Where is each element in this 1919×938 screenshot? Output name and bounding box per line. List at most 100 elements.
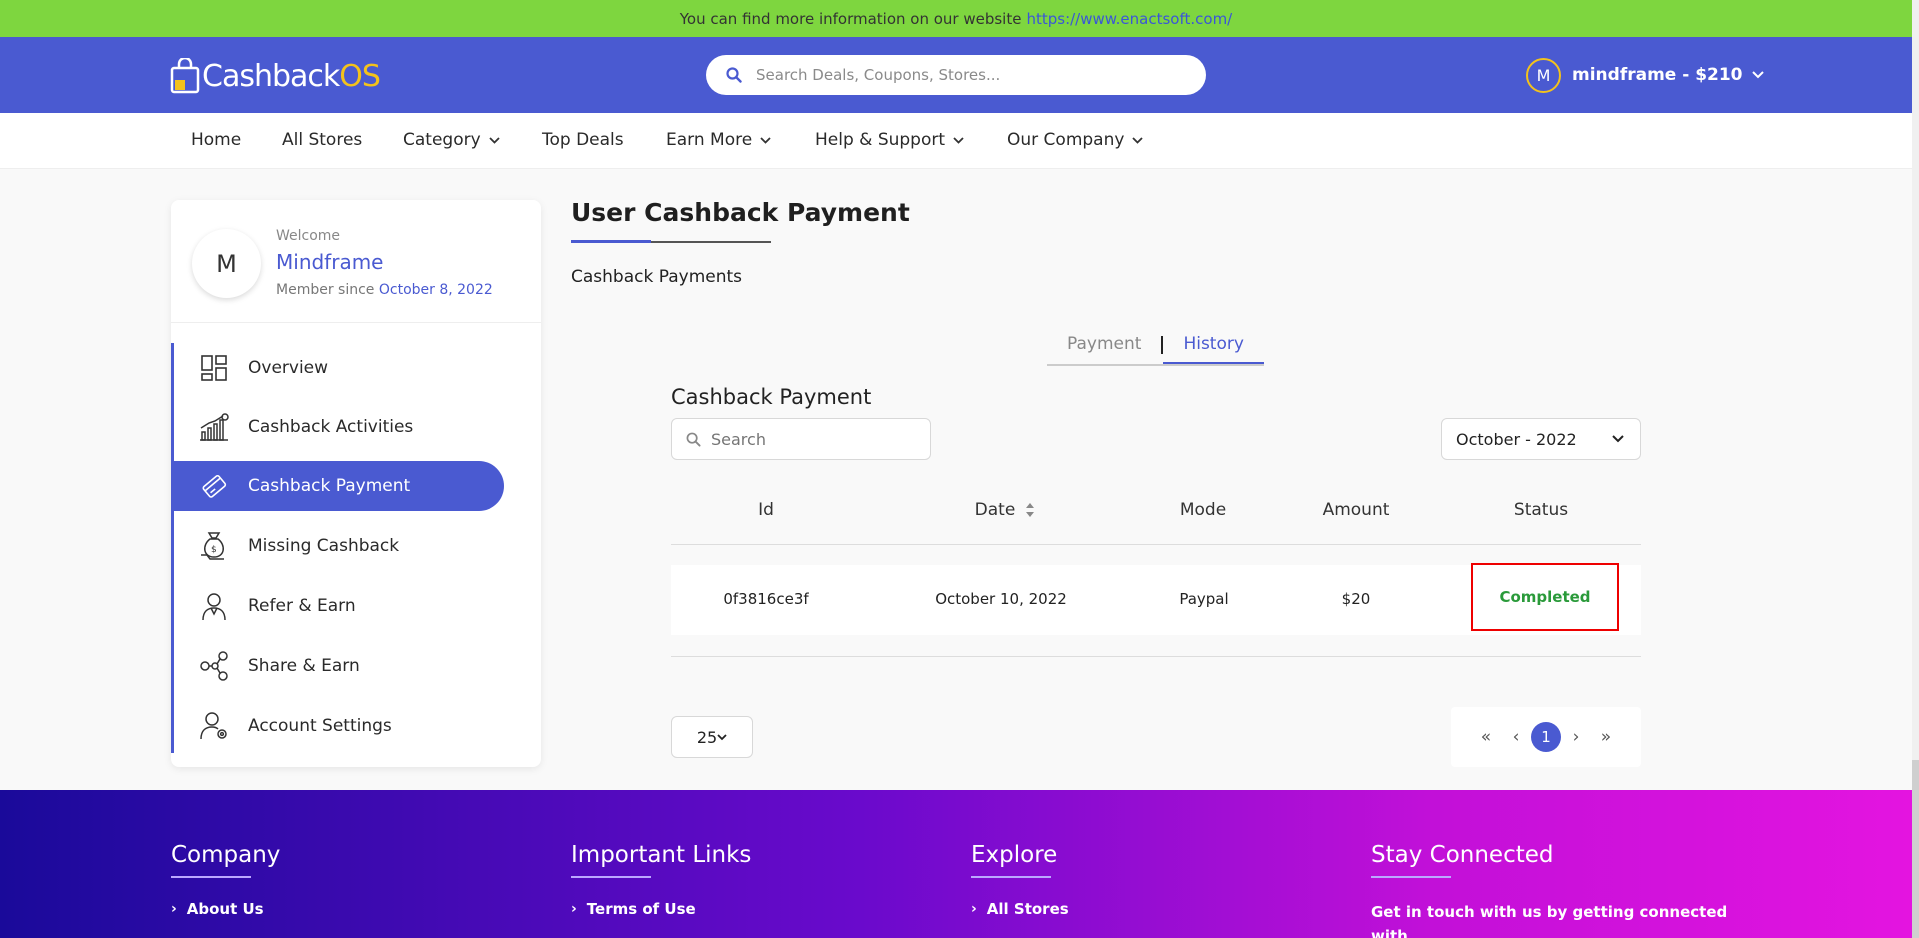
footer-heading-underline [1371, 876, 1451, 878]
footer-link-terms[interactable]: › Terms of Use [571, 900, 751, 918]
avatar: M [1526, 57, 1561, 93]
nav-help-support[interactable]: Help & Support [815, 130, 964, 150]
page-current[interactable]: 1 [1531, 722, 1561, 752]
scrollbar-thumb[interactable] [1912, 760, 1919, 938]
chevron-down-icon [489, 136, 500, 144]
footer: Company › About Us Important Links › Terms… [0, 790, 1912, 938]
website-link[interactable]: https://www.enactsoft.com/ [1026, 10, 1232, 28]
chevron-down-icon [953, 136, 964, 144]
column-header-amount: Amount [1322, 500, 1390, 520]
nav-home[interactable]: Home [191, 130, 241, 150]
search-input[interactable] [756, 66, 1156, 84]
column-header-mode: Mode [1179, 500, 1227, 520]
footer-heading: Explore [971, 842, 1058, 868]
account-sidebar: M Welcome Mindframe Member since October… [171, 200, 541, 767]
chevron-down-icon [717, 733, 727, 740]
nav-earn-more[interactable]: Earn More [666, 130, 771, 150]
sidebar-item-account-settings[interactable]: Account Settings [174, 701, 504, 751]
page-first[interactable]: « [1471, 727, 1501, 747]
section-title: Cashback Payment [671, 385, 872, 409]
sidebar-item-share-earn[interactable]: Share & Earn [174, 641, 504, 691]
footer-link-about-us[interactable]: › About Us [171, 900, 280, 918]
table-search-input[interactable] [711, 429, 911, 449]
nav-all-stores[interactable]: All Stores [282, 130, 362, 150]
avatar: M [192, 229, 261, 298]
footer-heading: Important Links [571, 842, 752, 868]
sidebar-item-cashback-payment[interactable]: Cashback Payment [174, 461, 504, 511]
month-select[interactable]: October - 2022 [1441, 418, 1641, 460]
cell-amount: $20 [1341, 590, 1371, 608]
user-menu[interactable]: M mindframe - $210 [1526, 57, 1764, 93]
logo[interactable]: CashbackOS [170, 57, 381, 95]
page-last[interactable]: » [1591, 727, 1621, 747]
chevron-down-icon [760, 136, 771, 144]
chevron-down-icon [1751, 71, 1764, 79]
money-bag-icon: $ [198, 530, 230, 562]
sidebar-item-label: Cashback Payment [248, 476, 411, 496]
title-underline-accent [571, 240, 651, 243]
page-prev[interactable]: ‹ [1501, 727, 1531, 747]
page-subtitle: Cashback Payments [571, 267, 743, 287]
chevron-right-icon: › [571, 901, 577, 917]
tab-payment[interactable]: Payment [1047, 330, 1161, 364]
sidebar-item-label: Account Settings [248, 716, 392, 736]
sidebar-item-cashback-activities[interactable]: Cashback Activities [174, 402, 504, 452]
footer-heading-underline [171, 876, 251, 878]
column-header-status: Status [1513, 500, 1569, 520]
page-title: User Cashback Payment [571, 198, 910, 227]
sidebar-item-label: Cashback Activities [248, 417, 414, 437]
global-search[interactable] [706, 55, 1206, 95]
footer-heading-underline [571, 876, 651, 878]
cell-id: 0f3816ce3f [723, 590, 809, 608]
chevron-right-icon: › [171, 901, 177, 917]
cell-mode: Paypal [1179, 590, 1229, 608]
shopping-bag-icon [170, 58, 200, 94]
table-row: 0f3816ce3f October 10, 2022 Paypal $20 C… [671, 563, 1641, 635]
info-text: You can find more information on our web… [679, 9, 1022, 28]
user-gear-icon [198, 710, 230, 742]
nav-category[interactable]: Category [403, 130, 500, 150]
user-balance-label: mindframe - $210 [1572, 65, 1743, 85]
payment-tabs: Payment History [1047, 330, 1264, 366]
footer-explore: Explore › All Stores [971, 842, 1069, 918]
sidebar-item-refer-earn[interactable]: Refer & Earn [174, 581, 504, 631]
sidebar-item-overview[interactable]: Overview [174, 343, 504, 393]
logo-text: CashbackOS [202, 58, 381, 94]
footer-stay-connected: Stay Connected Get in touch with us by g… [1371, 842, 1741, 938]
column-header-date[interactable]: Date [950, 500, 1060, 520]
pagination: « ‹ 1 › » [1451, 707, 1641, 767]
footer-link-all-stores[interactable]: › All Stores [971, 900, 1069, 918]
table-search[interactable] [671, 418, 931, 460]
nav-top-deals[interactable]: Top Deals [542, 130, 624, 150]
welcome-label: Welcome [276, 228, 341, 244]
card-icon [198, 470, 230, 502]
footer-heading: Stay Connected [1371, 842, 1554, 868]
overview-icon [198, 352, 230, 384]
sidebar-item-label: Missing Cashback [248, 536, 400, 556]
svg-text:$: $ [211, 545, 217, 555]
status-badge: Completed [1471, 563, 1619, 631]
per-page-select[interactable]: 25 [671, 716, 753, 758]
main-nav: Home All Stores Category Top Deals Earn … [0, 113, 1912, 169]
header: CashbackOS M mindframe - $210 [0, 37, 1912, 113]
info-bar: You can find more information on our web… [0, 0, 1912, 37]
nav-our-company[interactable]: Our Company [1007, 130, 1144, 150]
share-icon [198, 650, 230, 682]
chart-icon [198, 411, 230, 443]
sidebar-item-label: Share & Earn [248, 656, 360, 676]
search-icon [726, 67, 742, 83]
user-name: Mindframe [276, 250, 384, 274]
header-divider [671, 544, 1641, 545]
footer-company: Company › About Us [171, 842, 280, 918]
row-divider [671, 656, 1641, 657]
sidebar-item-missing-cashback[interactable]: $ Missing Cashback [174, 521, 504, 571]
footer-important-links: Important Links › Terms of Use [571, 842, 751, 918]
profile-card: M Welcome Mindframe Member since October… [171, 200, 541, 323]
footer-heading-underline [971, 876, 1051, 878]
footer-heading: Company [171, 842, 281, 868]
tab-history[interactable]: History [1163, 330, 1264, 364]
sidebar-item-label: Overview [248, 358, 329, 378]
page-next[interactable]: › [1561, 727, 1591, 747]
chevron-down-icon [1132, 136, 1144, 144]
cell-date: October 10, 2022 [935, 590, 1067, 608]
